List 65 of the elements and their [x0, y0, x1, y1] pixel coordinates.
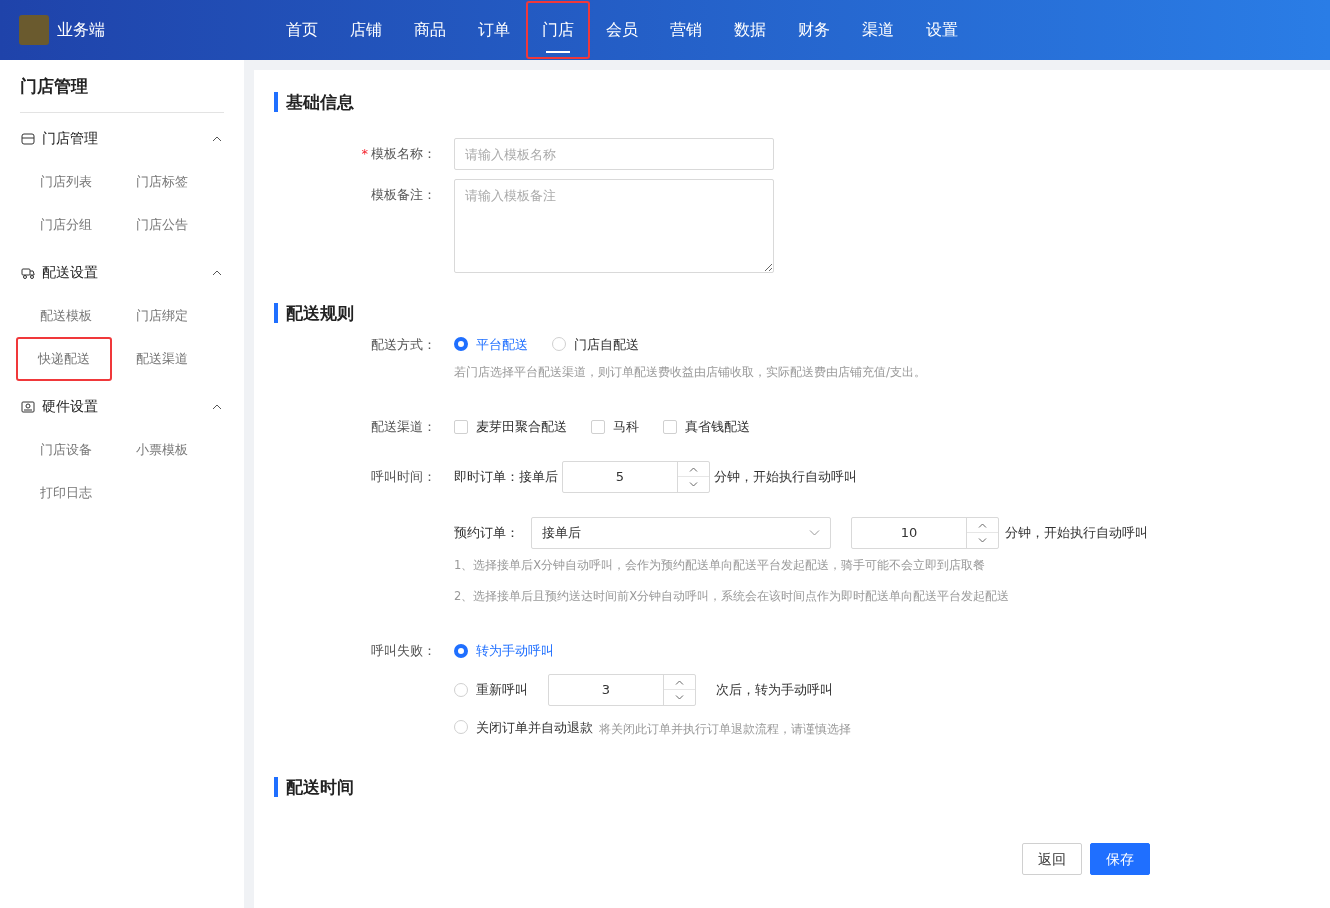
- radio-option[interactable]: 关闭订单并自动退款: [454, 717, 593, 738]
- sidebar-item[interactable]: 配送模板: [40, 296, 92, 336]
- hint-text: 1、选择接单后X分钟自动呼叫，会作为预约配送单向配送平台发起配送，骑手可能不会立即到店取餐: [454, 556, 986, 574]
- nav-tab[interactable]: 渠道: [846, 1, 910, 59]
- sidebar-item[interactable]: 门店设备: [40, 430, 92, 470]
- inline-label: 预约订单：: [454, 524, 519, 542]
- nav-tab[interactable]: 营销: [654, 1, 718, 59]
- inline-label: 分钟，开始执行自动呼叫: [714, 468, 857, 486]
- nav-tab[interactable]: 设置: [910, 1, 974, 59]
- sidebar-item[interactable]: 快递配送: [16, 337, 112, 381]
- sidebar-group-header[interactable]: 硬件设置: [20, 384, 224, 429]
- sidebar-group-header[interactable]: 门店管理: [20, 116, 224, 161]
- text-input[interactable]: 请输入模板名称: [454, 138, 774, 170]
- sidebar-item[interactable]: 门店标签: [136, 162, 188, 202]
- save-button[interactable]: 保存: [1090, 843, 1150, 875]
- radio-option[interactable]: 门店自配送: [552, 334, 639, 354]
- nav-tab[interactable]: 店铺: [334, 1, 398, 59]
- hint-text: 将关闭此订单并执行订单退款流程，请谨慎选择: [599, 720, 851, 738]
- section-title: 配送规则: [274, 302, 1310, 323]
- device-icon: [20, 398, 36, 415]
- chevron-down-icon: [809, 529, 820, 536]
- store-icon: [20, 130, 36, 147]
- sidebar-group-header[interactable]: 配送设置: [20, 250, 224, 295]
- sidebar-item[interactable]: 门店分组: [40, 205, 92, 245]
- nav-tab[interactable]: 订单: [462, 1, 526, 59]
- inline-label: 分钟，开始执行自动呼叫: [1005, 524, 1148, 542]
- inline-label: 即时订单：接单后: [454, 468, 558, 486]
- radio-option[interactable]: 转为手动呼叫: [454, 641, 554, 661]
- field-label: 配送方式：: [371, 336, 436, 352]
- sidebar-item[interactable]: 门店公告: [136, 205, 188, 245]
- hint-text: 若门店选择平台配送渠道，则订单配送费收益由店铺收取，实际配送费由店铺充值/支出。: [454, 364, 926, 381]
- textarea-field[interactable]: 请输入模板备注: [454, 179, 774, 273]
- checkbox-option[interactable]: 真省钱配送: [663, 417, 750, 437]
- field-label: 配送渠道：: [371, 419, 436, 435]
- field-label: * 模板名称：: [361, 146, 436, 162]
- nav-tab[interactable]: 会员: [590, 1, 654, 59]
- hint-text: 2、选择接单后且预约送达时间前X分钟自动呼叫，系统会在该时间点作为即时配送单向配送平台发起配送: [454, 588, 1010, 605]
- sidebar-item[interactable]: 打印日志: [40, 473, 92, 513]
- inline-label: 次后，转为手动呼叫: [716, 681, 833, 699]
- checkbox-option[interactable]: 马科: [591, 417, 639, 437]
- checkbox-option[interactable]: 麦芽田聚合配送: [454, 417, 567, 437]
- select-field[interactable]: 接单后: [531, 516, 831, 549]
- sidebar-item[interactable]: 配送渠道: [136, 339, 188, 379]
- field-label: 呼叫失败：: [371, 643, 436, 659]
- brand-name: 业务端: [57, 19, 105, 41]
- radio-option[interactable]: 平台配送: [454, 334, 528, 354]
- sidebar-title: 门店管理: [20, 60, 224, 113]
- number-input[interactable]: 10: [851, 516, 999, 549]
- section-title: 配送时间: [274, 777, 1310, 797]
- field-label: 模板备注：: [371, 187, 436, 202]
- section-title: 基础信息: [274, 92, 1310, 112]
- number-input[interactable]: 5: [562, 460, 710, 493]
- nav-tab[interactable]: 首页: [270, 1, 334, 59]
- field-label: 呼叫时间：: [371, 469, 436, 484]
- nav-tab[interactable]: 数据: [718, 1, 782, 59]
- nav-tab[interactable]: 门店: [526, 1, 590, 59]
- logo-photo-placeholder: [19, 15, 49, 45]
- sidebar-item[interactable]: 门店绑定: [136, 296, 188, 336]
- nav-tab[interactable]: 财务: [782, 1, 846, 59]
- back-button[interactable]: 返回: [1022, 843, 1082, 875]
- sidebar-item[interactable]: 小票模板: [136, 430, 188, 470]
- sidebar-item[interactable]: 门店列表: [40, 162, 92, 202]
- nav-tab[interactable]: 商品: [398, 1, 462, 59]
- radio-option[interactable]: 重新呼叫: [454, 680, 528, 700]
- number-input[interactable]: 3: [548, 673, 696, 706]
